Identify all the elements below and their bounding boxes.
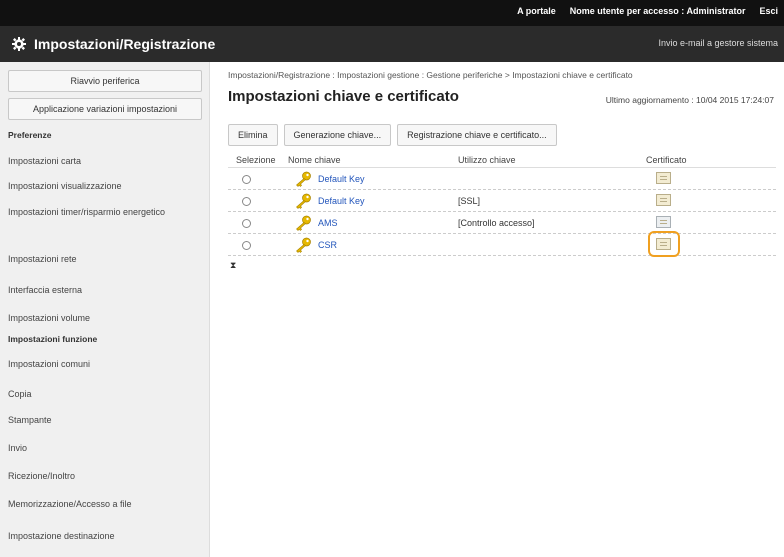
header-selection: Selezione [236, 155, 276, 165]
top-bar: A portale Nome utente per accesso : Admi… [0, 0, 784, 26]
sidebar-item-common[interactable]: Impostazioni comuni [8, 358, 202, 371]
scroll-to-top-icon[interactable]: ⧗ [230, 260, 236, 271]
sidebar-section-preferences: Preferenze [8, 130, 52, 140]
sidebar-section-function-settings: Impostazioni funzione [8, 334, 98, 344]
key-icon [296, 171, 311, 187]
key-table: Selezione Nome chiave Utilizzo chiave Ce… [228, 152, 776, 257]
page-header-title: Impostazioni/Registrazione [34, 36, 216, 52]
login-user-label: Nome utente per accesso : Administrator [569, 6, 746, 16]
sidebar-item-storage-access[interactable]: Memorizzazione/Accesso a file [8, 498, 202, 511]
page-title: Impostazioni chiave e certificato [228, 88, 459, 105]
sidebar-item-printer[interactable]: Stampante [8, 414, 202, 427]
key-name-link[interactable]: Default Key [318, 196, 365, 206]
key-name-link[interactable]: Default Key [318, 174, 365, 184]
toolbar: Elimina Generazione chiave... Registrazi… [228, 124, 557, 148]
table-row: Default Key [SSL] [228, 190, 776, 212]
gear-icon [12, 37, 26, 51]
select-radio[interactable] [242, 219, 251, 228]
table-row: CSR [228, 231, 776, 257]
sidebar-item-send[interactable]: Invio [8, 442, 202, 455]
sidebar-item-network[interactable]: Impostazioni rete [8, 253, 202, 266]
key-name-link[interactable]: CSR [318, 240, 337, 250]
sidebar-item-external-interface[interactable]: Interfaccia esterna [8, 284, 202, 297]
register-key-cert-button[interactable]: Registrazione chiave e certificato... [397, 124, 557, 146]
generate-key-button[interactable]: Generazione chiave... [283, 124, 392, 146]
header-key-usage: Utilizzo chiave [458, 155, 516, 165]
restart-device-button[interactable]: Riavvio periferica [8, 70, 202, 92]
sidebar-item-paper[interactable]: Impostazioni carta [8, 155, 202, 168]
key-name-link[interactable]: AMS [318, 218, 338, 228]
sidebar: Riavvio periferica Applicazione variazio… [0, 62, 210, 557]
table-header: Selezione Nome chiave Utilizzo chiave Ce… [228, 152, 776, 168]
certificate-icon[interactable] [656, 216, 671, 228]
certificate-icon[interactable] [656, 172, 671, 184]
key-icon [296, 237, 311, 253]
sidebar-item-destination[interactable]: Impostazione destinazione [8, 530, 202, 543]
certificate-icon[interactable] [656, 194, 671, 206]
login-user-value: Administrator [686, 6, 746, 16]
key-icon [296, 215, 311, 231]
certificate-icon[interactable] [656, 238, 671, 250]
sidebar-item-volume[interactable]: Impostazioni volume [8, 312, 202, 325]
select-radio[interactable] [242, 197, 251, 206]
logout-link[interactable]: Esci [759, 6, 778, 16]
mail-admin-link[interactable]: Invio e-mail a gestore sistema [658, 38, 778, 48]
key-icon [296, 193, 311, 209]
delete-button[interactable]: Elimina [228, 124, 278, 146]
select-radio[interactable] [242, 175, 251, 184]
last-updated: Ultimo aggiornamento : 10/04 2015 17:24:… [605, 95, 774, 105]
sidebar-item-display[interactable]: Impostazioni visualizzazione [8, 180, 202, 193]
title-bar: Impostazioni/Registrazione Invio e-mail … [0, 26, 784, 62]
sidebar-item-copy[interactable]: Copia [8, 388, 202, 401]
sidebar-item-receive-forward[interactable]: Ricezione/Inoltro [8, 470, 202, 483]
main-content: Impostazioni/Registrazione : Impostazion… [222, 62, 780, 557]
key-usage: [Controllo accesso] [458, 218, 535, 228]
breadcrumb: Impostazioni/Registrazione : Impostazion… [228, 70, 633, 80]
table-row: Default Key [228, 168, 776, 190]
key-usage: [SSL] [458, 196, 481, 206]
sidebar-item-timer[interactable]: Impostazioni timer/risparmio energetico [8, 206, 202, 219]
header-certificate: Certificato [646, 155, 687, 165]
select-radio[interactable] [242, 241, 251, 250]
portal-link[interactable]: A portale [517, 6, 556, 16]
header-key-name: Nome chiave [288, 155, 341, 165]
apply-changes-button[interactable]: Applicazione variazioni impostazioni [8, 98, 202, 120]
table-row: AMS [Controllo accesso] [228, 212, 776, 234]
